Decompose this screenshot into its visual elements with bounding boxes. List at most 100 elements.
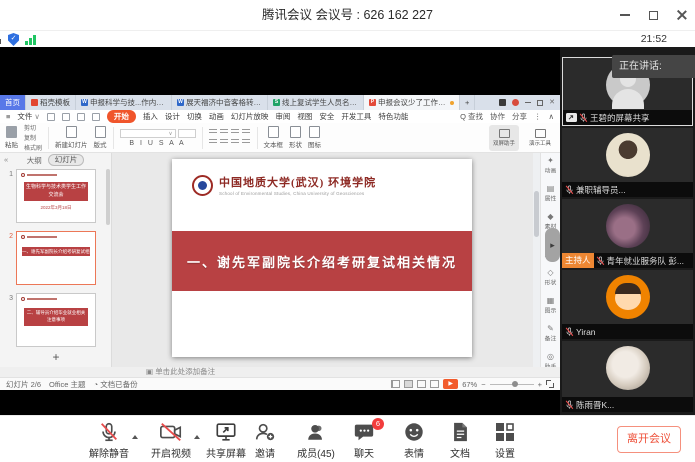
members-button[interactable]: 成员(45) <box>290 420 342 460</box>
present-tools-button[interactable]: 演示工具 <box>525 125 555 151</box>
icons-lib-button[interactable]: 图标 <box>308 126 321 149</box>
view-current-icon[interactable] <box>404 380 413 388</box>
search-icon[interactable]: Q <box>460 112 466 121</box>
zoom-slider[interactable] <box>490 384 534 385</box>
wps-tab-docer[interactable]: 稻壳模板 <box>26 95 76 110</box>
current-slide[interactable]: 中国地质大学(武汉) 环境学院 School of Environmental … <box>172 159 472 357</box>
zoom-out-icon[interactable]: − <box>481 380 485 389</box>
thumbnail-scrollbar[interactable] <box>106 169 110 289</box>
collapse-panel-icon[interactable]: « <box>4 153 8 167</box>
pane-item-animation[interactable]: ✦动画 <box>541 156 560 181</box>
wps-tab-doc2[interactable]: W展天福济中音客格转.docx <box>172 95 268 110</box>
slide-thumb-1[interactable]: 1 生物科学与技术类学生工作 交流会 2022年3月18日 <box>0 169 112 223</box>
backup-status[interactable]: 文档已备份 <box>100 380 138 389</box>
wps-close-icon[interactable]: ✕ <box>549 99 555 106</box>
view-sorter-icon[interactable] <box>417 380 426 388</box>
fullscreen-icon[interactable] <box>0 35 1 44</box>
wps-new-tab-button[interactable]: + <box>460 95 475 110</box>
ribbon-tab-security[interactable]: 安全 <box>319 111 334 122</box>
slide-thumb-2-selected[interactable]: 2 一、谢先军副院长介绍考研复试相关情况 <box>0 231 112 285</box>
ribbon-tab-features[interactable]: 特色功能 <box>378 111 408 122</box>
more-icon[interactable]: ⋮ <box>534 112 542 121</box>
minimize-icon <box>620 14 630 16</box>
ribbon-tab-design[interactable]: 设计 <box>165 111 180 122</box>
ribbon-tab-home[interactable]: 开始 <box>107 110 136 123</box>
undo-icon[interactable] <box>77 113 85 121</box>
panel-collapse-handle[interactable]: ▸ <box>545 228 560 262</box>
start-video-button[interactable]: 开启视频 <box>142 420 200 460</box>
dual-screen-button[interactable]: 双屏助手 <box>489 125 519 151</box>
zoom-in-icon[interactable]: + <box>538 380 542 389</box>
editor-scrollbar[interactable] <box>533 153 540 367</box>
slides-tab[interactable]: 幻灯片 <box>48 154 85 166</box>
new-slide-button[interactable]: 新建幻灯片 <box>55 126 88 149</box>
maximize-button[interactable] <box>639 0 667 30</box>
emoji-button[interactable]: 表情 <box>392 420 436 460</box>
tab-layout-icon[interactable] <box>499 99 506 106</box>
ribbon-tab-view[interactable]: 视图 <box>297 111 312 122</box>
wps-tab-presentation-active[interactable]: P申报会议少了工作内容充实稿 <box>364 95 460 110</box>
ribbon-tab-review[interactable]: 审阅 <box>275 111 290 122</box>
wps-tab-doc1[interactable]: W申报科学与技...作内容充方案 <box>76 95 172 110</box>
docs-button[interactable]: 文档 <box>438 420 482 460</box>
slide-thumb-3[interactable]: 3 二、辅导员介绍毕业就业相关注意事项 <box>0 293 112 347</box>
unmute-button[interactable]: 解除静音 <box>80 420 138 460</box>
chat-button[interactable]: 6 聊天 <box>344 420 384 460</box>
textbox-button[interactable]: 文本框 <box>264 126 284 149</box>
wps-account-icon[interactable] <box>512 99 519 106</box>
layout-button[interactable]: 版式 <box>94 126 107 149</box>
participant-tile-4[interactable]: Yiran <box>562 270 693 339</box>
security-shield-icon[interactable]: ✓ <box>8 33 19 46</box>
invite-button[interactable]: 邀请 <box>243 420 287 460</box>
participant-tile-5[interactable]: 陈雨晋K... <box>562 341 693 412</box>
collab-button[interactable]: 协作 <box>490 111 505 122</box>
participant-tile-3[interactable]: 主持人 青年就业服务队 彭... <box>562 199 693 268</box>
paste-button[interactable]: 粘贴 <box>5 126 18 149</box>
hamburger-icon[interactable]: ≡ <box>6 112 10 121</box>
ribbon-tab-transition[interactable]: 切换 <box>187 111 202 122</box>
font-family-select[interactable]: ∨ <box>120 129 176 138</box>
format-painter-button[interactable]: 格式刷 <box>24 143 42 152</box>
ribbon-tab-insert[interactable]: 插入 <box>143 111 158 122</box>
print-icon[interactable] <box>62 113 70 121</box>
settings-button[interactable]: 设置 <box>483 420 527 460</box>
outline-tab[interactable]: 大纲 <box>27 155 42 166</box>
copy-button[interactable]: 复制 <box>24 133 42 142</box>
add-slide-button[interactable]: + <box>0 350 112 364</box>
close-button[interactable] <box>667 0 695 30</box>
notes-bar[interactable]: ▣ 单击此处添加备注 <box>0 367 560 377</box>
theme-name[interactable]: Office 主题 <box>49 379 86 390</box>
search-label[interactable]: 查找 <box>468 111 483 122</box>
leave-meeting-button[interactable]: 离开会议 <box>617 426 681 453</box>
save-icon[interactable] <box>47 113 55 121</box>
file-menu[interactable]: 文件 <box>17 111 32 122</box>
ribbon-tab-animation[interactable]: 动画 <box>209 111 224 122</box>
minimize-button[interactable] <box>611 0 639 30</box>
wps-minimize-icon[interactable] <box>525 102 531 103</box>
layout-icon <box>95 126 106 138</box>
cut-button[interactable]: 剪切 <box>24 123 42 132</box>
pane-item-properties[interactable]: ▤属性 <box>541 184 560 209</box>
collapse-ribbon-icon[interactable]: ∧ <box>549 112 555 121</box>
wps-tab-sheet[interactable]: S线上复试学生人员名单.xlsx <box>268 95 364 110</box>
shapes-button[interactable]: 形状 <box>289 126 302 149</box>
view-normal-icon[interactable] <box>391 380 400 388</box>
wps-restore-icon[interactable] <box>537 100 543 106</box>
zoom-level[interactable]: 67% <box>462 380 477 389</box>
slideshow-play-button[interactable]: ▶ <box>443 379 458 389</box>
wps-tab-home[interactable]: 首页 <box>0 95 26 110</box>
ribbon-tab-devtools[interactable]: 开发工具 <box>341 111 371 122</box>
view-reading-icon[interactable] <box>430 380 439 388</box>
pane-item-shapes[interactable]: ◇形状 <box>541 268 560 293</box>
ribbon-tab-slideshow[interactable]: 幻灯片放映 <box>231 111 269 122</box>
share-button[interactable]: 分享 <box>512 111 527 122</box>
mic-options-caret[interactable] <box>132 435 138 439</box>
fit-screen-icon[interactable] <box>546 380 554 388</box>
font-style-buttons[interactable]: B I U S A A <box>129 140 185 147</box>
paragraph-group[interactable] <box>209 129 251 147</box>
pane-item-notes[interactable]: ✎备注 <box>541 324 560 349</box>
font-size-select[interactable] <box>178 129 196 138</box>
redo-icon[interactable] <box>92 113 100 121</box>
participant-tile-2[interactable]: 兼职辅导员... <box>562 128 693 197</box>
pane-item-diagram[interactable]: ▦图示 <box>541 296 560 321</box>
